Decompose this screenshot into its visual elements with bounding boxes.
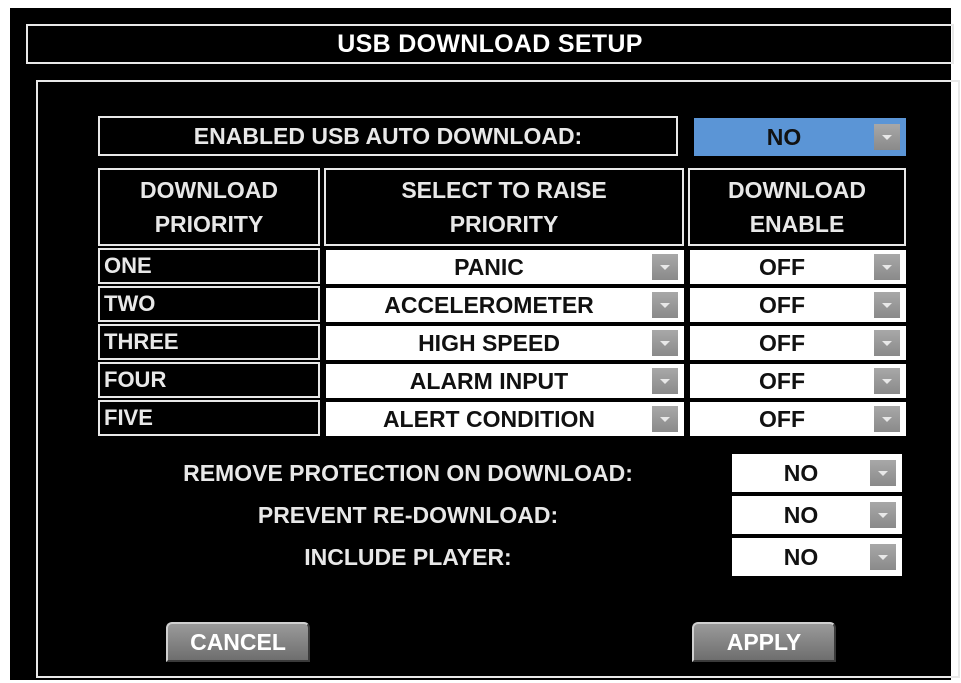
enable-value: OFF <box>759 405 805 432</box>
priority-label: FIVE <box>98 400 320 436</box>
enable-value: OFF <box>759 291 805 318</box>
priority-label: ONE <box>98 248 320 284</box>
remove-protection-label: REMOVE PROTECTION ON DOWNLOAD: <box>183 460 633 486</box>
event-dropdown[interactable]: ALARM INPUT <box>326 364 684 398</box>
event-value: ACCELEROMETER <box>384 291 594 318</box>
header-select-raise-priority: SELECT TO RAISE PRIORITY <box>324 168 684 246</box>
chevron-down-icon[interactable] <box>652 368 678 394</box>
header-download-priority: DOWNLOAD PRIORITY <box>98 168 320 246</box>
enable-value: OFF <box>759 253 805 280</box>
event-value: ALARM INPUT <box>409 367 569 394</box>
chevron-down-icon[interactable] <box>652 254 678 280</box>
chevron-down-icon[interactable] <box>874 292 900 318</box>
event-value: ALERT CONDITION <box>382 405 596 432</box>
remove-protection-dropdown[interactable]: NO <box>732 454 902 492</box>
auto-download-dropdown[interactable]: NO <box>694 118 906 156</box>
include-player-value: NO <box>783 543 819 570</box>
prevent-redownload-label: PREVENT RE-DOWNLOAD: <box>257 502 559 528</box>
chevron-down-icon[interactable] <box>874 330 900 356</box>
event-dropdown[interactable]: ALERT CONDITION <box>326 402 684 436</box>
event-value: HIGH SPEED <box>418 329 560 356</box>
chevron-down-icon[interactable] <box>874 124 900 150</box>
prevent-redownload-dropdown[interactable]: NO <box>732 496 902 534</box>
include-player-label: INCLUDE PLAYER: <box>304 544 512 570</box>
header-line-2: PRIORITY <box>154 211 264 237</box>
auto-download-label: ENABLED USB AUTO DOWNLOAD: <box>98 116 678 156</box>
event-dropdown[interactable]: PANIC <box>326 250 684 284</box>
event-dropdown[interactable]: ACCELEROMETER <box>326 288 684 322</box>
remove-protection-value: NO <box>783 459 819 486</box>
chevron-down-icon[interactable] <box>870 460 896 486</box>
auto-download-value: NO <box>766 123 802 150</box>
header-line-1: SELECT TO RAISE <box>401 177 607 203</box>
priority-label: FOUR <box>98 362 320 398</box>
chevron-down-icon[interactable] <box>870 544 896 570</box>
enable-dropdown[interactable]: OFF <box>690 326 906 360</box>
header-download-enable: DOWNLOAD ENABLE <box>688 168 906 246</box>
header-line-2: PRIORITY <box>449 211 559 237</box>
window-title: USB DOWNLOAD SETUP <box>26 24 954 64</box>
enable-value: OFF <box>759 367 805 394</box>
chevron-down-icon[interactable] <box>874 254 900 280</box>
enable-dropdown[interactable]: OFF <box>690 364 906 398</box>
chevron-down-icon[interactable] <box>874 406 900 432</box>
header-line-2: ENABLE <box>749 211 845 237</box>
header-line-1: DOWNLOAD <box>728 177 866 203</box>
enable-value: OFF <box>759 329 805 356</box>
event-dropdown[interactable]: HIGH SPEED <box>326 326 684 360</box>
event-value: PANIC <box>454 253 524 280</box>
include-player-dropdown[interactable]: NO <box>732 538 902 576</box>
chevron-down-icon[interactable] <box>874 368 900 394</box>
settings-panel: ENABLED USB AUTO DOWNLOAD: NO DOWNLOAD P… <box>36 80 960 678</box>
chevron-down-icon[interactable] <box>652 330 678 356</box>
priority-label: THREE <box>98 324 320 360</box>
enable-dropdown[interactable]: OFF <box>690 288 906 322</box>
priority-label: TWO <box>98 286 320 322</box>
cancel-button[interactable]: CANCEL <box>166 622 310 662</box>
chevron-down-icon[interactable] <box>652 292 678 318</box>
enable-dropdown[interactable]: OFF <box>690 402 906 436</box>
prevent-redownload-value: NO <box>783 501 819 528</box>
enable-dropdown[interactable]: OFF <box>690 250 906 284</box>
apply-button[interactable]: APPLY <box>692 622 836 662</box>
chevron-down-icon[interactable] <box>870 502 896 528</box>
dvr-screen: USB DOWNLOAD SETUP ENABLED USB AUTO DOWN… <box>10 8 960 680</box>
chevron-down-icon[interactable] <box>652 406 678 432</box>
header-line-1: DOWNLOAD <box>140 177 278 203</box>
